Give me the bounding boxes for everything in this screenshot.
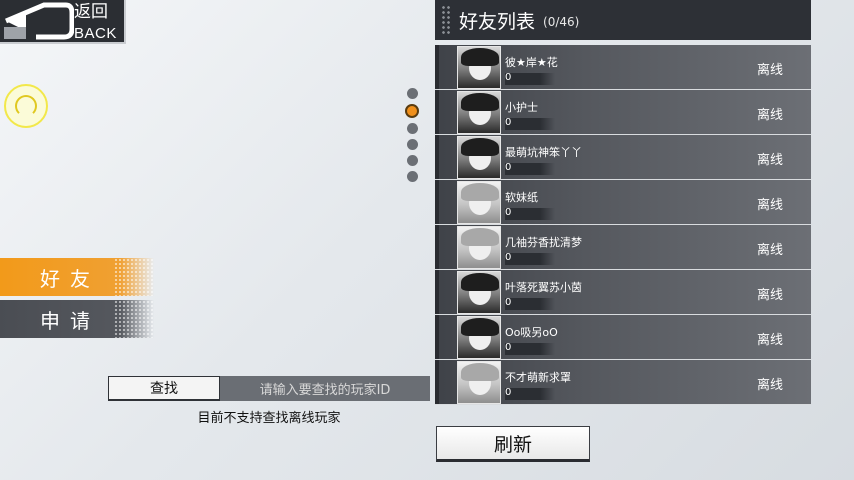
page-dot[interactable] bbox=[406, 155, 418, 166]
friend-name: 叶落死翼苏小茵 bbox=[505, 280, 582, 294]
search-input[interactable]: 请输入要查找的玩家ID bbox=[220, 376, 430, 401]
friend-row[interactable]: Oo吸另oO 0 离线 bbox=[435, 315, 811, 360]
friend-status: 离线 bbox=[756, 63, 783, 78]
friend-portrait bbox=[457, 45, 501, 89]
page-indicator bbox=[405, 88, 419, 187]
friend-level: 0 bbox=[505, 386, 512, 398]
friend-portrait bbox=[457, 360, 501, 404]
player-avatar[interactable] bbox=[4, 84, 48, 128]
level-bar bbox=[505, 252, 555, 265]
friend-status: 离线 bbox=[756, 378, 783, 393]
friend-name: 小护士 bbox=[505, 100, 538, 114]
friend-row[interactable]: 最萌坑神笨丫丫 0 离线 bbox=[435, 135, 811, 180]
level-bar bbox=[505, 72, 555, 85]
friend-name: 不才萌新求罩 bbox=[505, 370, 571, 384]
friend-name: Oo吸另oO bbox=[505, 325, 558, 339]
back-arrow-icon bbox=[4, 2, 74, 40]
friend-portrait bbox=[457, 180, 501, 224]
friend-name: 几袖芬香扰清梦 bbox=[505, 235, 582, 249]
friend-row[interactable]: 不才萌新求罩 0 离线 bbox=[435, 360, 811, 405]
friend-row[interactable]: 软妹纸 0 离线 bbox=[435, 180, 811, 225]
friend-name: 软妹纸 bbox=[505, 190, 538, 204]
search-note: 目前不支持查找离线玩家 bbox=[197, 411, 341, 426]
page-dot[interactable] bbox=[406, 123, 418, 134]
friend-portrait bbox=[457, 270, 501, 314]
friend-name: 彼★岸★花 bbox=[505, 55, 558, 69]
level-bar bbox=[505, 117, 555, 130]
search-row: 查找 请输入要查找的玩家ID bbox=[108, 376, 430, 401]
friend-count: (0/46) bbox=[543, 15, 580, 29]
friend-row[interactable]: 彼★岸★花 0 离线 bbox=[435, 45, 811, 90]
page-dot[interactable] bbox=[406, 171, 418, 182]
level-bar bbox=[505, 207, 555, 220]
panel-title: 好友列表 bbox=[459, 10, 536, 33]
friend-status: 离线 bbox=[756, 288, 783, 303]
friend-row[interactable]: 叶落死翼苏小茵 0 离线 bbox=[435, 270, 811, 315]
avatar-ring-icon bbox=[15, 95, 37, 117]
friend-status: 离线 bbox=[756, 198, 783, 213]
friend-level: 0 bbox=[505, 161, 512, 173]
back-label-en: BACK bbox=[74, 24, 117, 42]
friend-row[interactable]: 几袖芬香扰清梦 0 离线 bbox=[435, 225, 811, 270]
friend-level: 0 bbox=[505, 71, 512, 83]
level-bar bbox=[505, 387, 555, 400]
friend-portrait bbox=[457, 90, 501, 134]
tab-friends[interactable]: 好友 bbox=[0, 258, 154, 296]
friend-level: 0 bbox=[505, 116, 512, 128]
friend-list: 彼★岸★花 0 离线 小护士 0 离线 最萌坑神笨丫丫 0 离线 软妹纸 0 离… bbox=[435, 45, 811, 405]
tab-apply[interactable]: 申请 bbox=[0, 300, 154, 338]
friend-level: 0 bbox=[505, 206, 512, 218]
panel-header: 好友列表 (0/46) bbox=[435, 0, 811, 40]
friend-status: 离线 bbox=[756, 153, 783, 168]
friend-status: 离线 bbox=[756, 108, 783, 123]
friend-name: 最萌坑神笨丫丫 bbox=[505, 145, 582, 159]
back-button[interactable]: 返回 BACK bbox=[0, 0, 126, 44]
page-dot[interactable] bbox=[406, 88, 418, 99]
friend-portrait bbox=[457, 135, 501, 179]
page-dot[interactable] bbox=[406, 139, 418, 150]
friend-portrait bbox=[457, 225, 501, 269]
level-bar bbox=[505, 342, 555, 355]
friend-level: 0 bbox=[505, 251, 512, 263]
page-dot-active[interactable] bbox=[405, 104, 419, 118]
search-button[interactable]: 查找 bbox=[108, 376, 220, 401]
grip-icon bbox=[441, 5, 451, 35]
level-bar bbox=[505, 297, 555, 310]
friend-level: 0 bbox=[505, 296, 512, 308]
refresh-button[interactable]: 刷新 bbox=[436, 426, 590, 462]
friend-row[interactable]: 小护士 0 离线 bbox=[435, 90, 811, 135]
friend-level: 0 bbox=[505, 341, 512, 353]
friend-status: 离线 bbox=[756, 243, 783, 258]
back-label-cn: 返回 bbox=[74, 1, 108, 22]
friend-status: 离线 bbox=[756, 333, 783, 348]
friend-portrait bbox=[457, 315, 501, 359]
level-bar bbox=[505, 162, 555, 175]
